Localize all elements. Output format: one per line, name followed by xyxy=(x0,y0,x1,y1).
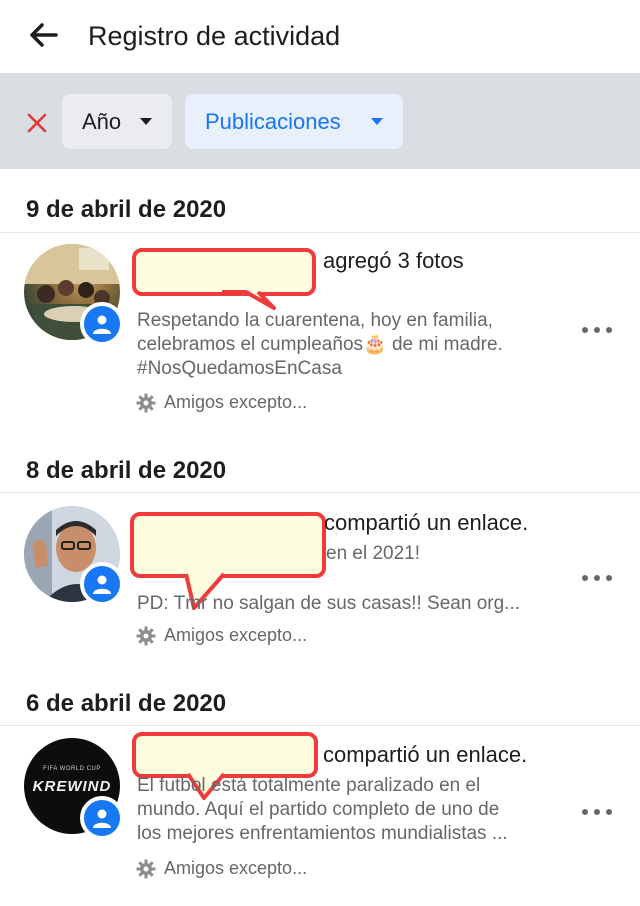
person-icon xyxy=(93,809,111,828)
post-text-line: #NosQuedamosEnCasa xyxy=(137,358,342,379)
type-filter-dropdown[interactable]: Publicaciones xyxy=(185,94,403,149)
post-text-line: PD: Tmr no salgan de sus casas!! Sean or… xyxy=(137,593,521,614)
post-action: agregó 3 fotos xyxy=(323,248,464,273)
arrow-left-icon xyxy=(30,23,58,47)
caret-down-icon xyxy=(140,118,152,125)
user-badge xyxy=(80,562,124,606)
caret-down-icon xyxy=(371,118,383,125)
privacy-label: Amigos excepto... xyxy=(164,858,308,878)
user-badge xyxy=(80,796,124,840)
divider xyxy=(0,232,640,233)
post-text-line: El futbol está totalmente paralizado en … xyxy=(137,775,481,796)
more-dots-icon xyxy=(582,575,588,581)
post-text-line: Respetando la cuarentena, hoy en familia… xyxy=(137,310,493,331)
person-icon xyxy=(93,315,111,334)
more-options-button[interactable] xyxy=(582,320,612,340)
post-text-line: mundo. Aquí el partido completo de uno d… xyxy=(137,799,500,820)
privacy-label: Amigos excepto... xyxy=(164,392,308,412)
redaction-box xyxy=(130,512,326,578)
privacy-row: Amigos excepto... xyxy=(136,858,307,879)
more-dots-icon xyxy=(582,327,588,333)
date-heading: 8 de abril de 2020 xyxy=(26,457,227,484)
date-heading: 9 de abril de 2020 xyxy=(26,196,227,223)
year-filter-dropdown[interactable]: Año xyxy=(62,94,172,149)
post-text-line: en el 2021! xyxy=(326,543,421,564)
gear-icon xyxy=(136,626,156,645)
top-bar: Registro de actividad xyxy=(0,0,640,73)
privacy-row: Amigos excepto... xyxy=(136,392,307,413)
more-options-button[interactable] xyxy=(582,568,612,588)
gear-icon xyxy=(136,393,156,412)
back-button[interactable] xyxy=(26,20,60,50)
post-text-line: celebramos el cumpleaños🎂 de mi madre. xyxy=(137,334,503,355)
privacy-row: Amigos excepto... xyxy=(136,625,307,646)
date-heading: 6 de abril de 2020 xyxy=(26,690,227,717)
gear-icon xyxy=(136,859,156,878)
divider xyxy=(0,492,640,493)
page-title: Registro de actividad xyxy=(88,21,341,51)
clear-filters-button[interactable] xyxy=(22,108,52,138)
more-dots-icon xyxy=(582,809,588,815)
post-action: compartió un enlace. xyxy=(323,742,528,767)
thumbnail-logo-text: KREWIND xyxy=(32,778,112,795)
thumbnail-subtext: FIFA WORLD CUP xyxy=(43,766,101,772)
user-badge xyxy=(80,302,124,346)
post-action: compartió un enlace. xyxy=(324,510,529,535)
type-filter-label: Publicaciones xyxy=(205,108,341,134)
divider xyxy=(0,725,640,726)
year-filter-label: Año xyxy=(82,108,122,134)
post-text-line: los mejores enfrentamientos mundialistas… xyxy=(137,823,508,844)
person-icon xyxy=(93,575,111,594)
privacy-label: Amigos excepto... xyxy=(164,625,308,645)
more-options-button[interactable] xyxy=(582,802,612,822)
close-icon xyxy=(27,113,47,133)
